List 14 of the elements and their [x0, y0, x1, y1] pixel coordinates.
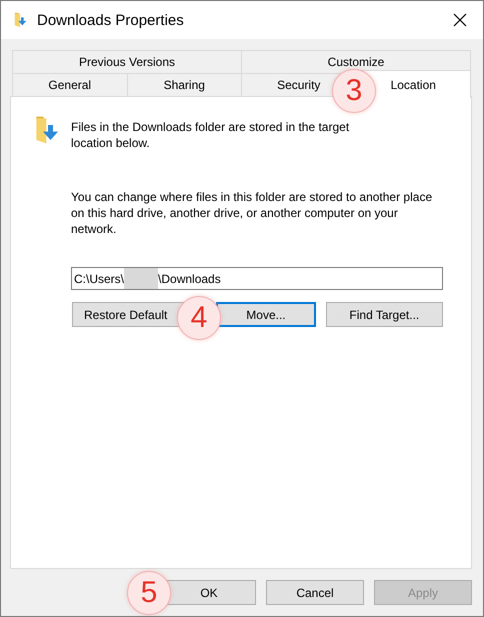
intro-text: Files in the Downloads folder are stored in the target location below.	[71, 119, 350, 151]
location-button[interactable]: Find Target...	[326, 302, 443, 327]
step-callout-tooltip: 5	[127, 571, 171, 615]
description-text: You can change where files in this folder are stored to another place on this hard drive, another drive, or another computer on your network.	[71, 189, 434, 237]
folder-download-icon	[13, 12, 29, 28]
window-title: Downloads Properties	[37, 12, 185, 28]
dialog-button[interactable]: Cancel	[266, 580, 364, 605]
close-icon	[453, 13, 467, 27]
tab[interactable]: Customize	[241, 50, 471, 73]
location-button[interactable]: Move...	[216, 302, 316, 327]
step-callout-tooltip: 4	[177, 296, 221, 340]
tab[interactable]: General	[12, 73, 128, 96]
tab[interactable]: Previous Versions	[12, 50, 242, 73]
path-field[interactable]: C:\Users\ \Downloads	[71, 267, 443, 290]
